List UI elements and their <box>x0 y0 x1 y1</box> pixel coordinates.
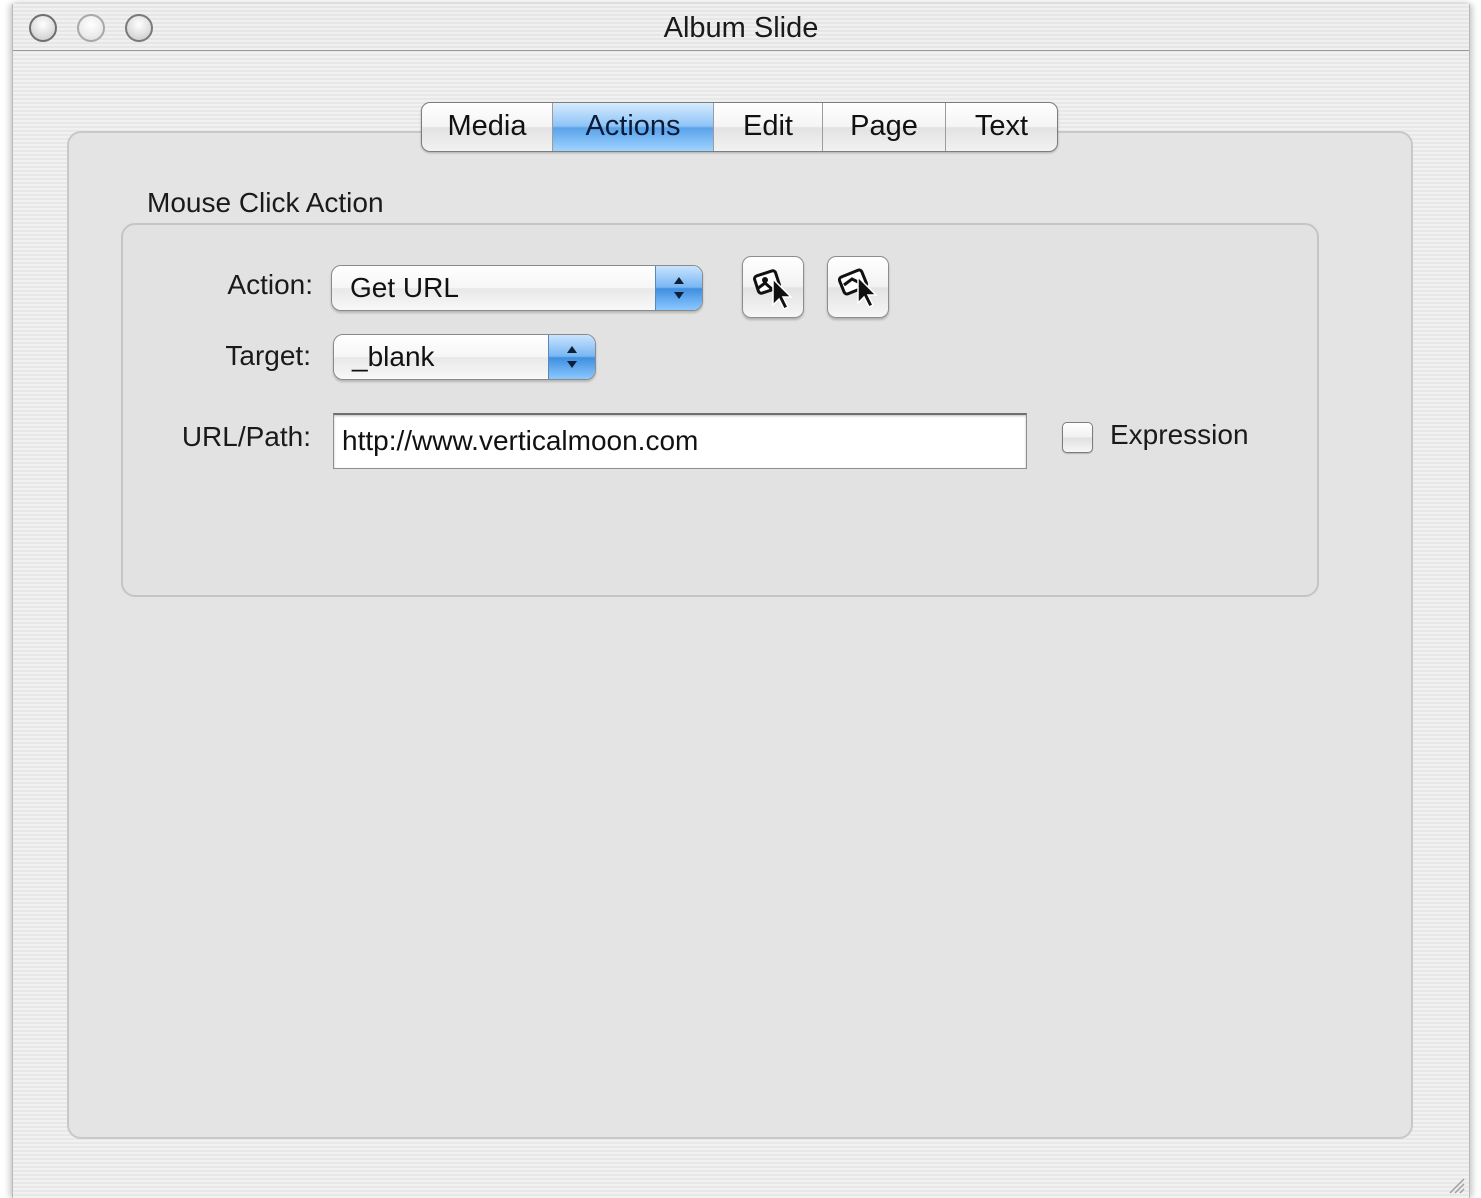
tab-edit[interactable]: Edit <box>714 103 823 151</box>
action-popup[interactable]: Get URL <box>331 265 703 311</box>
pick-page-cursor-icon <box>837 268 878 309</box>
expression-label[interactable]: Expression <box>1110 419 1249 451</box>
popup-arrows-icon <box>655 266 702 310</box>
url-path-value: http://www.verticalmoon.com <box>342 425 699 456</box>
target-popup-value: _blank <box>352 341 435 372</box>
pick-object-cursor-icon <box>753 269 793 311</box>
popup-arrows-icon <box>548 335 595 379</box>
url-path-label: URL/Path: <box>181 421 311 452</box>
resize-grip-icon[interactable] <box>1443 1172 1465 1194</box>
window-title: Album Slide <box>663 12 819 44</box>
expression-checkbox[interactable] <box>1062 422 1093 453</box>
action-label: Action: <box>227 269 313 300</box>
pick-page-button[interactable] <box>827 256 889 318</box>
url-path-input[interactable]: http://www.verticalmoon.com <box>333 413 1027 469</box>
action-popup-value: Get URL <box>350 272 459 303</box>
album-slide-window: Album Slide Media Actions Edit Page Text… <box>12 4 1470 1198</box>
tab-media[interactable]: Media <box>422 103 553 151</box>
tab-page[interactable]: Page <box>823 103 946 151</box>
title-bar[interactable]: Album Slide <box>13 4 1469 51</box>
target-popup[interactable]: _blank <box>333 334 596 380</box>
tab-bar: Media Actions Edit Page Text <box>421 102 1058 152</box>
tab-text[interactable]: Text <box>946 103 1057 151</box>
group-title: Mouse Click Action <box>147 187 384 218</box>
tab-actions[interactable]: Actions <box>553 103 714 151</box>
pick-object-button[interactable] <box>742 256 804 318</box>
target-label: Target: <box>225 340 311 371</box>
